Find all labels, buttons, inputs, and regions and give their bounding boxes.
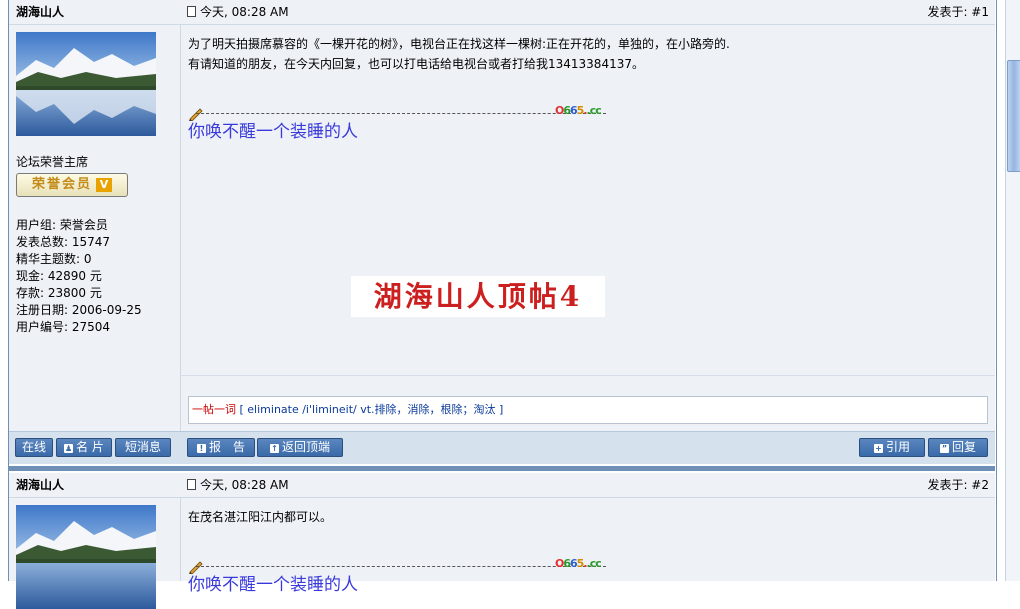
profile-card-button[interactable]: ♟ 名 片 (56, 438, 112, 457)
quote-label: 引用 (885, 440, 910, 454)
author-stats: 用户组: 荣誉会员 发表总数: 15747 精华主题数: 0 现金: 42890… (16, 217, 142, 336)
stat-group: 用户组: 荣誉会员 (16, 218, 108, 232)
author-name[interactable]: 湖海山人 (16, 476, 64, 493)
alert-icon: ! (196, 444, 206, 453)
avatar (16, 505, 156, 609)
report-label: 报 告 (208, 440, 245, 454)
site-logo-mark: O665..cc (555, 557, 602, 570)
plus-icon: + (873, 444, 883, 453)
author-sidebar (9, 498, 181, 609)
stat-deposit: 存款: 23800 元 (16, 286, 102, 300)
user-icon: ♟ (64, 444, 74, 453)
post-body: 在茂名湛江阳江内都可以。 (188, 507, 332, 527)
body-line: 为了明天拍摄席慕容的《一棵开花的树》，电视台正在找这样一棵树:正在开花的，单独的… (188, 37, 730, 51)
page-icon (187, 479, 196, 490)
signature-text: 你唤不醒一个装睡的人 (188, 122, 358, 142)
stat-cash: 现金: 42890 元 (16, 269, 102, 283)
post-floor[interactable]: 发表于: #1 (927, 3, 989, 20)
post-time: 今天, 08:28 AM (187, 476, 289, 493)
author-sidebar: 论坛荣誉主席 荣誉会员 V 用户组: 荣誉会员 发表总数: 15747 精华主题数… (9, 25, 181, 431)
post-time-text: 今天, 08:28 AM (200, 5, 289, 19)
stat-elite: 精华主题数: 0 (16, 252, 92, 266)
word-label: 一帖一词 (192, 403, 236, 416)
signature-divider (196, 566, 606, 567)
stat-user-id: 用户编号: 27504 (16, 320, 111, 334)
stat-posts: 发表总数: 15747 (16, 235, 111, 249)
post-header: 湖海山人 今天, 08:28 AM 发表于: #1 (9, 0, 995, 25)
author-name[interactable]: 湖海山人 (16, 3, 64, 20)
private-message-button[interactable]: 短消息 (115, 438, 171, 457)
word-definition: [ eliminate /i'limineit/ vt.排除，消除，根除；淘汰 … (239, 403, 504, 416)
stat-register-date: 注册日期: 2006-09-25 (16, 303, 142, 317)
post-separator (9, 466, 995, 471)
post-header: 湖海山人 今天, 08:28 AM 发表于: #2 (9, 473, 995, 498)
body-line: 有请知道的朋友，在今天内回复，也可以打电话给电视台或者打给我1341338413… (188, 57, 644, 71)
post-content: 在茂名湛江阳江内都可以。 O665..cc 你唤不醒一个装睡的人 (181, 498, 995, 595)
body-line: 在茂名湛江阳江内都可以。 (188, 510, 333, 524)
signature-divider (196, 113, 606, 114)
reply-label: 回复 (951, 440, 976, 454)
quote-icon: ” (939, 444, 949, 453)
site-logo-mark: O665..cc (555, 104, 602, 117)
post-1: 湖海山人 今天, 08:28 AM 发表于: #1 论坛荣誉主席 荣誉会员 V 用… (9, 0, 995, 466)
reply-button[interactable]: ” 回复 (928, 438, 988, 457)
vip-icon: V (96, 178, 112, 192)
post-2: 湖海山人 今天, 08:28 AM 发表于: #2 在茂名湛江阳江内都可以。 O… (9, 473, 995, 609)
content-divider (181, 375, 995, 376)
post-time-text: 今天, 08:28 AM (200, 478, 289, 492)
post-action-bar: 在线 ♟ 名 片 短消息 ! 报 告 ↑ 返回顶端 + 引用 ” 回复 (9, 431, 995, 464)
vertical-scrollbar[interactable] (1005, 0, 1020, 581)
quote-button[interactable]: + 引用 (859, 438, 925, 457)
rank-badge: 荣誉会员 V (16, 173, 128, 197)
back-to-top-label: 返回顶端 (281, 440, 330, 454)
profile-card-label: 名 片 (76, 440, 104, 454)
rank-title: 论坛荣誉主席 (16, 155, 89, 169)
avatar (16, 32, 156, 136)
back-to-top-button[interactable]: ↑ 返回顶端 (257, 438, 343, 457)
rank-badge-text: 荣誉会员 (31, 177, 92, 192)
arrow-up-icon: ↑ (269, 444, 279, 453)
post-time: 今天, 08:28 AM (187, 3, 289, 20)
post-content: 为了明天拍摄席慕容的《一棵开花的树》，电视台正在找这样一棵树:正在开花的，单独的… (181, 25, 995, 431)
page-icon (187, 6, 196, 17)
post-floor[interactable]: 发表于: #2 (927, 476, 989, 493)
post-body: 为了明天拍摄席慕容的《一棵开花的树》，电视台正在找这样一棵树:正在开花的，单独的… (188, 34, 730, 74)
report-button[interactable]: ! 报 告 (187, 438, 255, 457)
signature-text: 你唤不醒一个装睡的人 (188, 575, 358, 595)
bump-stamp-image: 湖海山人顶帖4 (351, 276, 605, 317)
online-button[interactable]: 在线 (15, 438, 53, 457)
word-of-post: 一帖一词 [ eliminate /i'limineit/ vt.排除，消除，根… (188, 396, 988, 424)
scrollbar-thumb[interactable] (1007, 60, 1020, 172)
